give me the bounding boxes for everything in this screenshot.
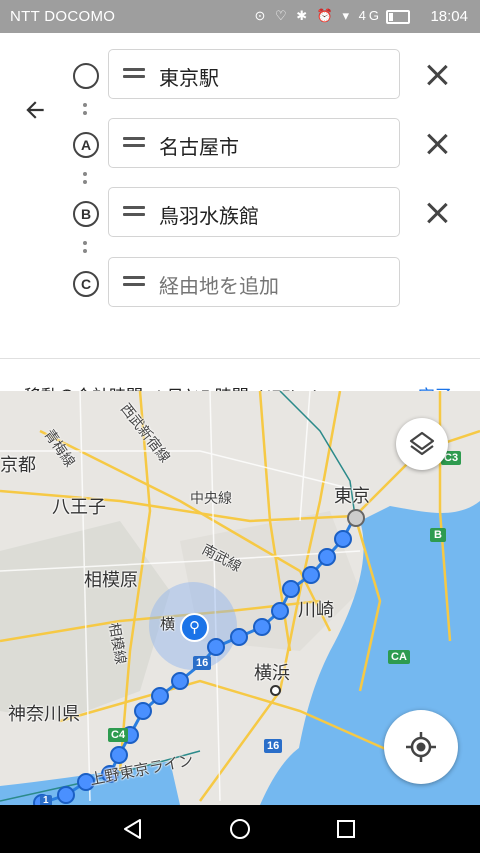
add-stop-field[interactable]: 経由地を追加 (108, 257, 400, 307)
highway-shield: 1 (40, 795, 52, 805)
layers-button[interactable] (396, 418, 448, 470)
origin-field[interactable]: 東京駅 (108, 49, 400, 99)
map-view[interactable]: ⚲ C3 B 16 CA C4 16 1 京都 西武新宿線 青梅線 八王子 中央… (0, 391, 480, 805)
map-label: 神奈川県 (8, 704, 80, 724)
origin-pin[interactable] (347, 509, 365, 527)
carrier-name: NTT DOCOMO (10, 8, 116, 25)
route-dots (83, 172, 87, 188)
highway-shield: C4 (108, 728, 129, 742)
stop-a-field[interactable]: 名古屋市 (108, 118, 400, 168)
route-dot (134, 702, 152, 720)
recents-square-icon[interactable] (336, 819, 356, 839)
route-dot (230, 628, 248, 646)
map-label: 八王子 (52, 497, 106, 517)
status-bar: NTT DOCOMO ⊙ ♡ ✱ ⏰ ▾ 4G 18:04 (0, 0, 480, 33)
clock: 18:04 (430, 8, 468, 25)
remove-origin-close-icon[interactable] (425, 63, 449, 87)
network-type: 4G (358, 8, 382, 23)
map-label: 中央線 (190, 490, 232, 506)
stop-b-field[interactable]: 鳥羽水族館 (108, 187, 400, 237)
crosshair-icon (406, 732, 436, 762)
map-label: 東京 (334, 486, 370, 506)
add-stop-placeholder: 経由地を追加 (159, 276, 279, 298)
highway-shield: CA (388, 650, 410, 664)
route-dots (83, 241, 87, 257)
map-label: 川崎 (298, 600, 334, 620)
city-dot (270, 685, 281, 696)
highway-shield: B (430, 528, 446, 542)
route-dot (302, 566, 320, 584)
route-dots (83, 103, 87, 119)
system-nav-bar (0, 805, 480, 853)
highway-shield: 16 (264, 739, 283, 753)
my-location-button[interactable] (384, 710, 458, 784)
status-icons: ⊙ ♡ ✱ ⏰ ▾ 4G (254, 8, 410, 24)
stop-c-marker: C (73, 271, 99, 297)
origin-marker-icon (73, 63, 99, 89)
origin-value: 東京駅 (159, 68, 219, 90)
route-dot (151, 687, 169, 705)
battery-icon (386, 9, 410, 24)
walking-person-icon[interactable]: ⚲ (180, 613, 209, 642)
stop-a-marker: A (73, 132, 99, 158)
map-label: 横 (160, 616, 176, 633)
drag-handle-icon[interactable] (123, 206, 145, 218)
stop-a-value: 名古屋市 (159, 137, 239, 159)
drag-handle-icon[interactable] (123, 137, 145, 149)
route-dot (271, 602, 289, 620)
drag-handle-icon[interactable] (123, 68, 145, 80)
map-label: 横浜 (254, 663, 290, 683)
drag-handle-icon[interactable] (123, 276, 145, 288)
highway-shield: 16 (193, 656, 212, 670)
route-dot (57, 786, 75, 804)
home-circle-icon[interactable] (228, 817, 252, 841)
remove-stop-b-close-icon[interactable] (425, 201, 449, 225)
layers-icon (409, 431, 435, 456)
map-label: 相模原 (84, 570, 138, 590)
back-triangle-icon[interactable] (121, 818, 145, 840)
route-dot (253, 618, 271, 636)
stop-b-value: 鳥羽水族館 (159, 206, 259, 228)
route-dot (171, 672, 189, 690)
directions-panel: 東京駅 A 名古屋市 B 鳥羽水族館 C 経由地を追加 移動の合計時間: 4 日… (0, 33, 480, 406)
route-dot (334, 530, 352, 548)
stop-b-marker: B (73, 201, 99, 227)
back-arrow-icon[interactable] (22, 97, 48, 123)
remove-stop-a-close-icon[interactable] (425, 132, 449, 156)
map-label: 京都 (0, 455, 36, 475)
route-dot (318, 548, 336, 566)
route-dot (207, 638, 225, 656)
divider (0, 358, 480, 359)
